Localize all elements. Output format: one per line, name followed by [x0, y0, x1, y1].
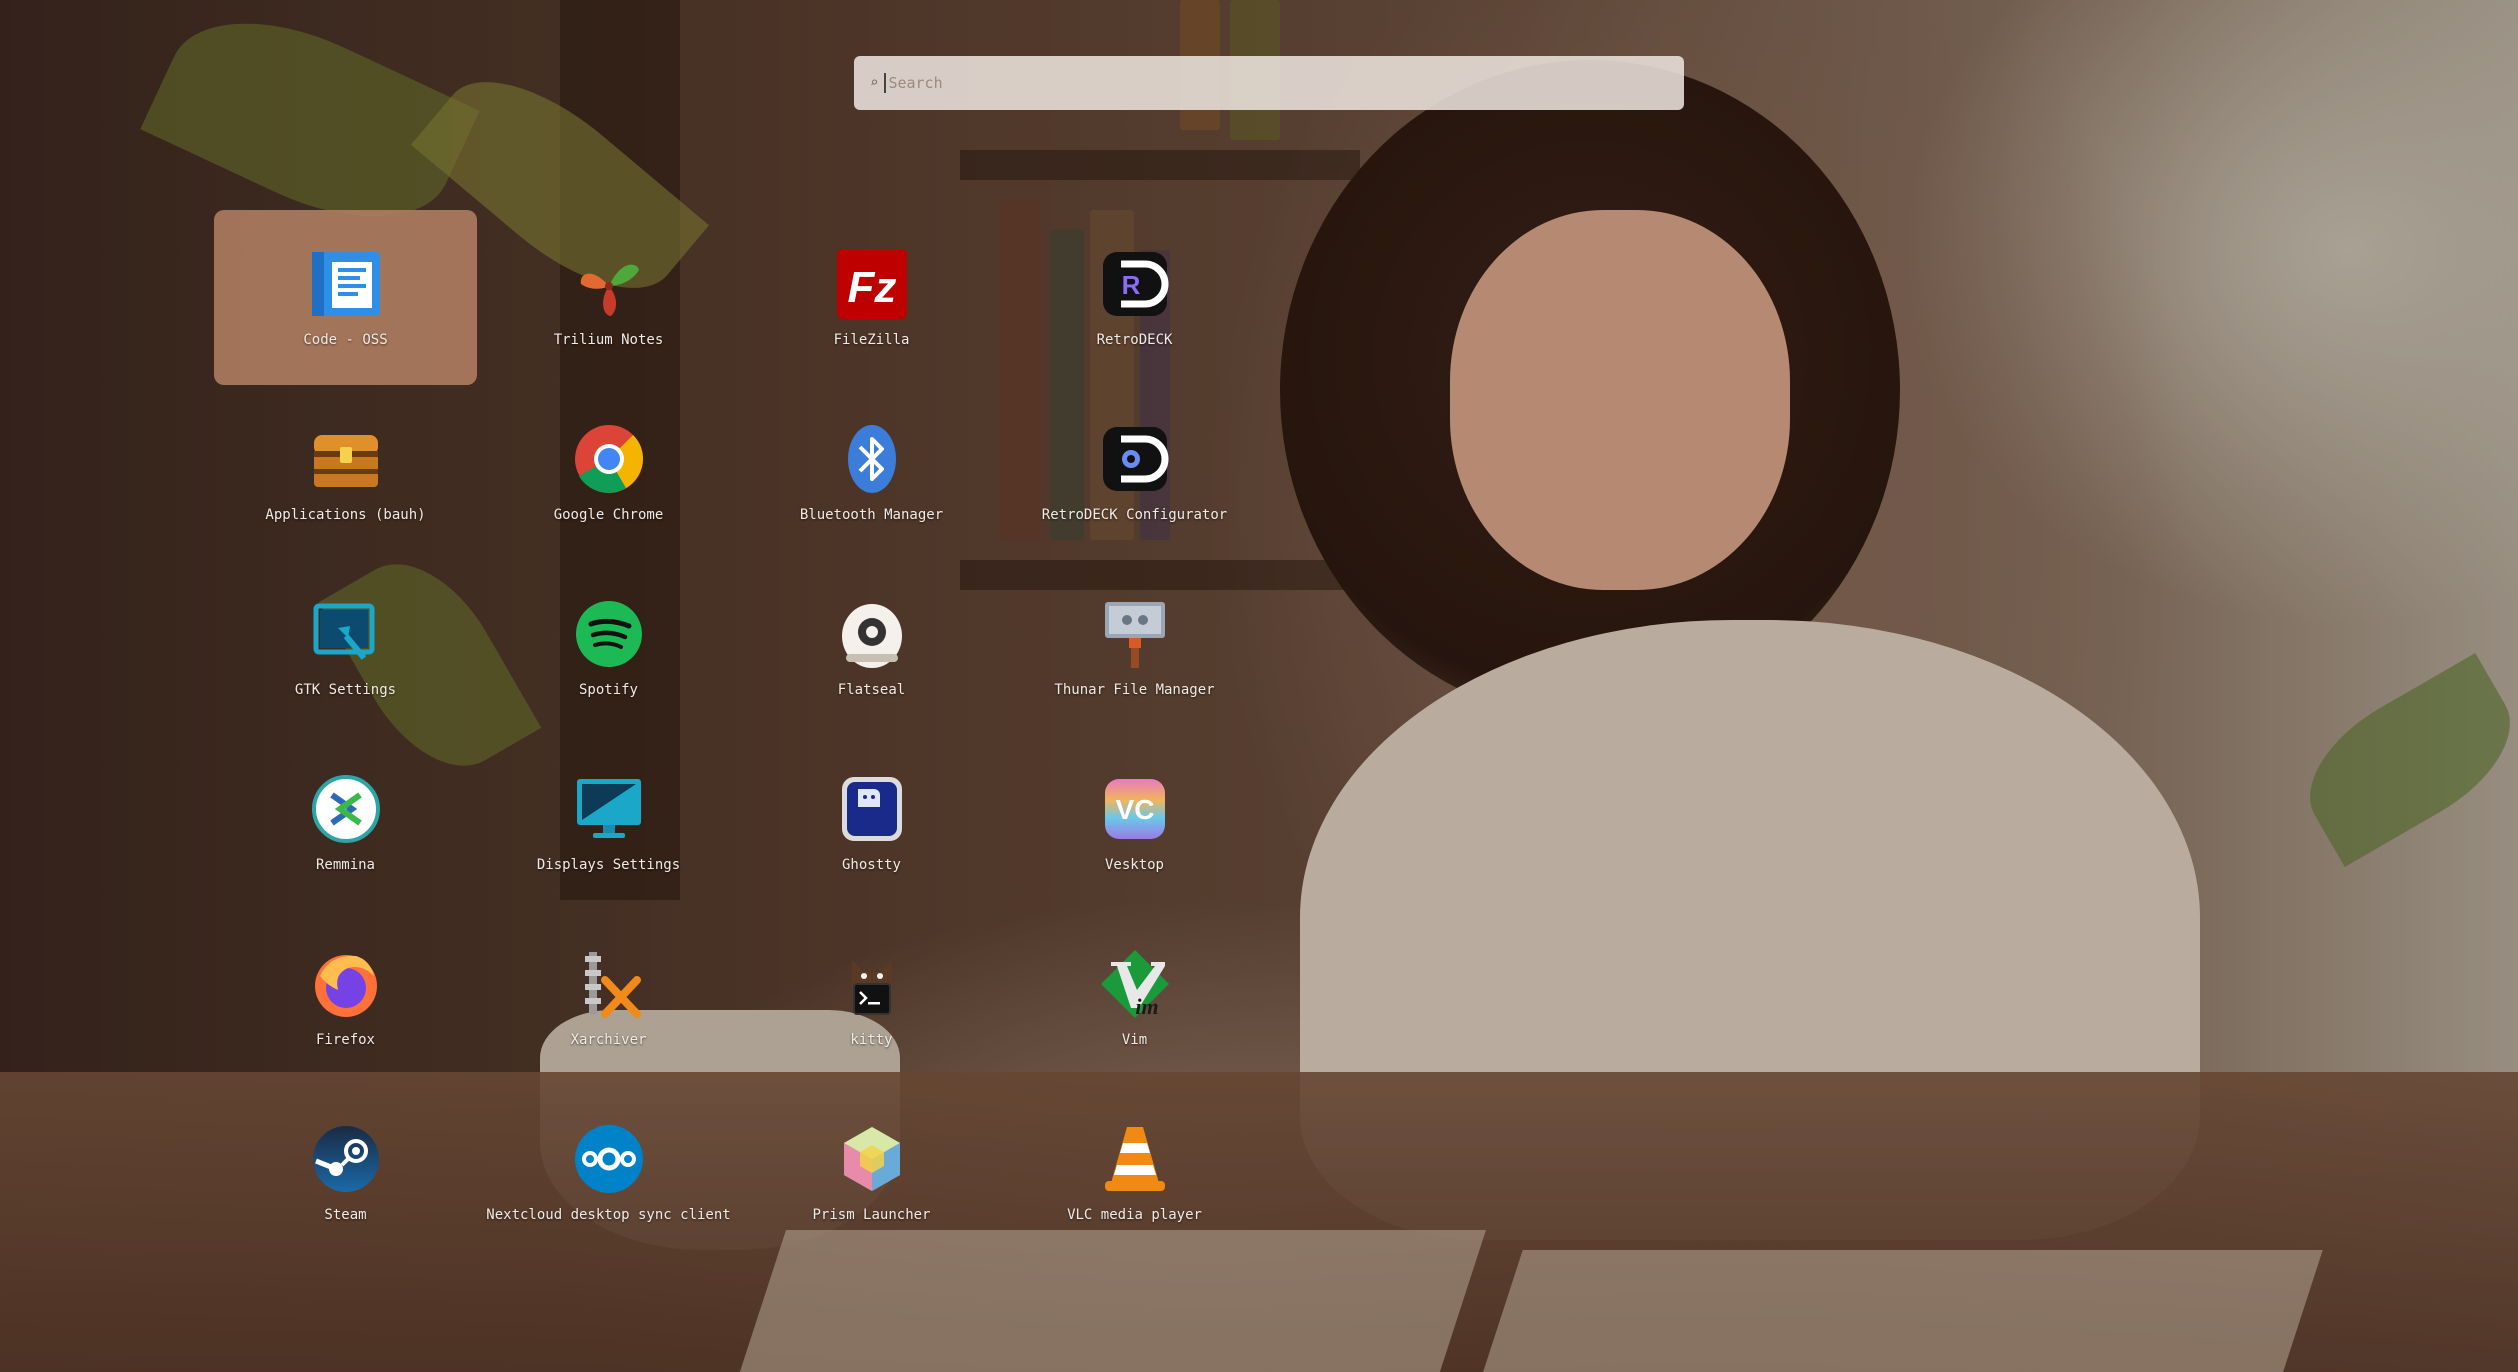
app-label: Applications (bauh)	[265, 507, 426, 523]
svg-text:VC: VC	[1115, 794, 1154, 825]
app-applications-bauh[interactable]: Applications (bauh)	[214, 385, 477, 560]
app-label: Firefox	[315, 1032, 375, 1048]
app-label: Spotify	[578, 682, 638, 698]
search-input[interactable]	[884, 73, 1668, 93]
app-grid: Code - OSS Trilium Notes Fz FileZilla R …	[214, 210, 1266, 1260]
app-label: Ghostty	[841, 857, 901, 873]
vlc-icon	[1097, 1121, 1173, 1197]
vesktop-icon: VC	[1097, 771, 1173, 847]
app-filezilla[interactable]: Fz FileZilla	[740, 210, 1003, 385]
app-label: FileZilla	[833, 332, 910, 348]
app-steam[interactable]: Steam	[214, 1085, 477, 1260]
app-vesktop[interactable]: VC Vesktop	[1003, 735, 1266, 910]
app-displays-settings[interactable]: Displays Settings	[477, 735, 740, 910]
app-retrodeck-configurator[interactable]: RetroDECK Configurator	[1003, 385, 1266, 560]
gtk-settings-icon	[308, 596, 384, 672]
kitty-icon	[834, 946, 910, 1022]
search-bar[interactable]: ⌕	[854, 56, 1684, 110]
svg-text:Fz: Fz	[847, 263, 896, 312]
app-xarchiver[interactable]: Xarchiver	[477, 910, 740, 1085]
trilium-icon	[571, 246, 647, 322]
search-icon: ⌕	[870, 75, 879, 91]
app-thunar-file-manager[interactable]: Thunar File Manager	[1003, 560, 1266, 735]
app-label: GTK Settings	[294, 682, 397, 698]
app-spotify[interactable]: Spotify	[477, 560, 740, 735]
app-label: Bluetooth Manager	[799, 507, 944, 523]
vim-icon: im	[1097, 946, 1173, 1022]
app-label: VLC media player	[1067, 1207, 1202, 1223]
app-remmina[interactable]: Remmina	[214, 735, 477, 910]
code-oss-icon	[308, 246, 384, 322]
app-label: Thunar File Manager	[1054, 682, 1215, 698]
app-vim[interactable]: im Vim	[1003, 910, 1266, 1085]
app-kitty[interactable]: kitty	[740, 910, 1003, 1085]
filezilla-icon: Fz	[834, 246, 910, 322]
app-label: Displays Settings	[536, 857, 681, 873]
thunar-icon	[1097, 596, 1173, 672]
retrodeck-configurator-icon	[1097, 421, 1173, 497]
retrodeck-icon: R	[1097, 246, 1173, 322]
app-google-chrome[interactable]: Google Chrome	[477, 385, 740, 560]
prism-launcher-icon	[834, 1121, 910, 1197]
app-label: Google Chrome	[553, 507, 664, 523]
app-label: Steam	[324, 1207, 367, 1223]
displays-icon	[571, 771, 647, 847]
chrome-icon	[571, 421, 647, 497]
spotify-icon	[571, 596, 647, 672]
app-label: Xarchiver	[570, 1032, 647, 1048]
app-retrodeck[interactable]: R RetroDECK	[1003, 210, 1266, 385]
app-code-oss[interactable]: Code - OSS	[214, 210, 477, 385]
app-flatseal[interactable]: Flatseal	[740, 560, 1003, 735]
app-label: Trilium Notes	[553, 332, 664, 348]
app-label: RetroDECK Configurator	[1041, 507, 1228, 523]
svg-text:R: R	[1121, 270, 1140, 300]
app-label: Code - OSS	[303, 332, 388, 348]
app-firefox[interactable]: Firefox	[214, 910, 477, 1085]
app-label: Nextcloud desktop sync client	[486, 1207, 731, 1223]
svg-text:im: im	[1135, 994, 1158, 1019]
app-bluetooth-manager[interactable]: Bluetooth Manager	[740, 385, 1003, 560]
xarchiver-icon	[571, 946, 647, 1022]
app-gtk-settings[interactable]: GTK Settings	[214, 560, 477, 735]
app-vlc[interactable]: VLC media player	[1003, 1085, 1266, 1260]
bluetooth-icon	[834, 421, 910, 497]
app-trilium-notes[interactable]: Trilium Notes	[477, 210, 740, 385]
ghostty-icon	[834, 771, 910, 847]
app-label: kitty	[850, 1032, 893, 1048]
remmina-icon	[308, 771, 384, 847]
app-ghostty[interactable]: Ghostty	[740, 735, 1003, 910]
app-label: Remmina	[315, 857, 375, 873]
app-label: Vesktop	[1104, 857, 1164, 873]
firefox-icon	[308, 946, 384, 1022]
nextcloud-icon	[571, 1121, 647, 1197]
app-nextcloud[interactable]: Nextcloud desktop sync client	[477, 1085, 740, 1260]
app-label: Vim	[1121, 1032, 1148, 1048]
app-label: Flatseal	[837, 682, 906, 698]
app-label: RetroDECK	[1096, 332, 1173, 348]
flatseal-icon	[834, 596, 910, 672]
bauh-icon	[308, 421, 384, 497]
steam-icon	[308, 1121, 384, 1197]
app-label: Prism Launcher	[812, 1207, 931, 1223]
app-prism-launcher[interactable]: Prism Launcher	[740, 1085, 1003, 1260]
